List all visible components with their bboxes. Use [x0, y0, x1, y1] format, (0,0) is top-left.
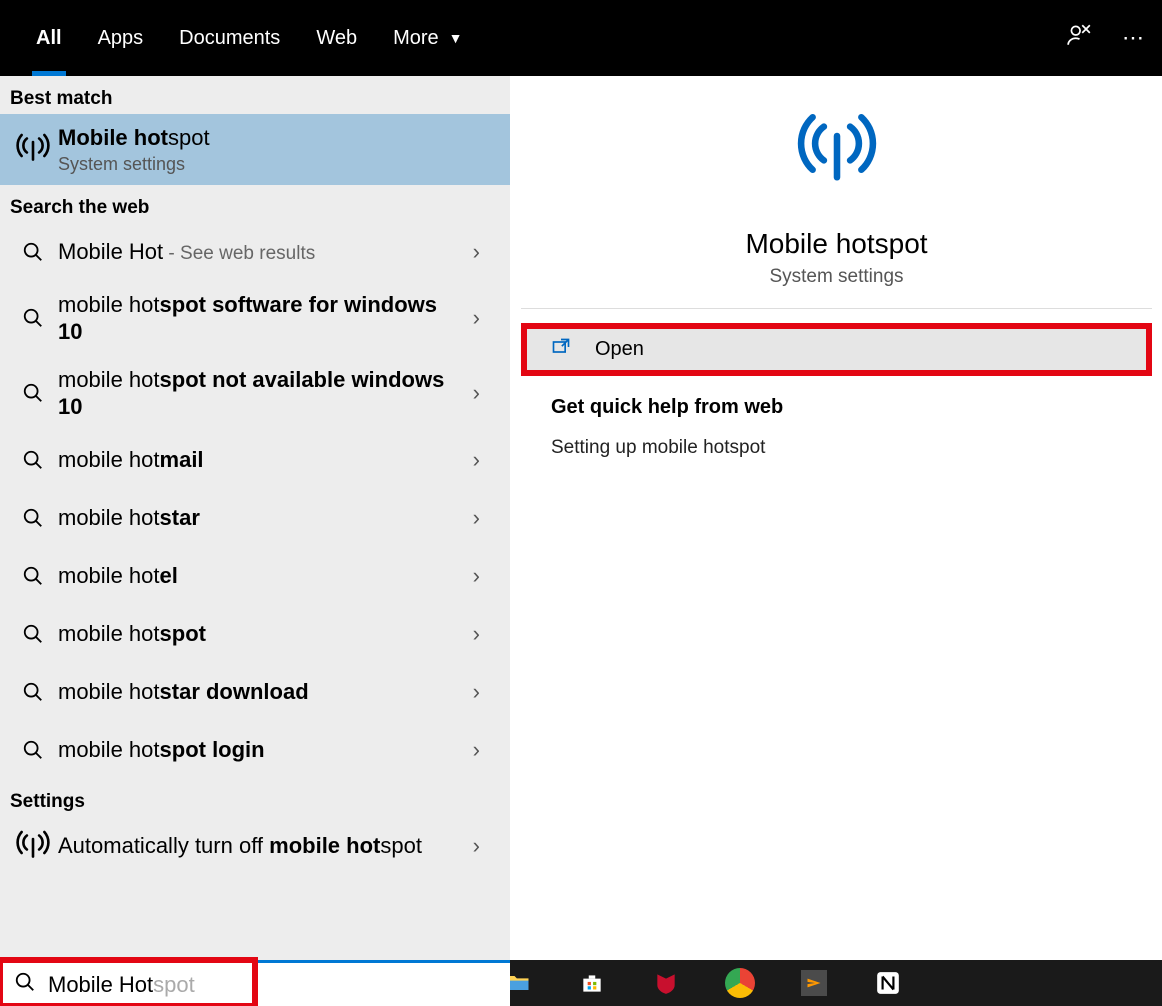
chevron-right-icon[interactable]: ›: [463, 563, 500, 589]
detail-panel: Mobile hotspot System settings Open Get …: [510, 76, 1162, 960]
search-icon: [10, 295, 56, 341]
result-title: Mobile hotspot: [58, 124, 498, 152]
web-result[interactable]: mobile hotmail ›: [0, 431, 510, 489]
help-heading: Get quick help from web: [551, 396, 1122, 419]
web-result[interactable]: Mobile Hot - See web results ›: [0, 223, 510, 281]
tab-all[interactable]: All: [18, 0, 80, 76]
open-button[interactable]: Open: [521, 323, 1152, 376]
search-input-container[interactable]: Mobile Hotspot: [0, 960, 255, 1006]
taskbar-row: Mobile Hotspot: [0, 960, 1162, 1006]
chevron-right-icon[interactable]: ›: [463, 380, 500, 406]
tab-apps[interactable]: Apps: [80, 0, 162, 76]
web-result[interactable]: mobile hotspot not available windows 10 …: [0, 356, 510, 431]
chevron-right-icon[interactable]: ›: [463, 239, 500, 265]
chevron-right-icon[interactable]: ›: [463, 679, 500, 705]
chevron-right-icon[interactable]: ›: [463, 305, 500, 331]
feedback-icon[interactable]: [1066, 22, 1092, 54]
search-icon: [10, 437, 56, 483]
result-title: mobile hotstar: [58, 504, 461, 532]
tab-documents[interactable]: Documents: [161, 0, 298, 76]
best-match-result[interactable]: Mobile hotspot System settings: [0, 114, 510, 185]
notion-icon[interactable]: [857, 960, 919, 1006]
tab-web[interactable]: Web: [298, 0, 375, 76]
hotspot-icon: [792, 106, 882, 200]
section-search-web: Search the web: [0, 185, 510, 223]
web-result[interactable]: mobile hotstar ›: [0, 489, 510, 547]
web-result[interactable]: mobile hotspot ›: [0, 605, 510, 663]
search-icon: [10, 229, 56, 275]
search-icon: [10, 495, 56, 541]
chevron-right-icon[interactable]: ›: [463, 737, 500, 763]
more-options-icon[interactable]: ⋯: [1122, 25, 1144, 51]
web-result[interactable]: mobile hotspot software for windows 10 ›: [0, 281, 510, 356]
microsoft-store-icon[interactable]: [561, 960, 623, 1006]
sublime-icon[interactable]: [783, 960, 845, 1006]
search-icon: [10, 727, 56, 773]
mcafee-icon[interactable]: [635, 960, 697, 1006]
hotspot-icon: [10, 126, 56, 172]
chevron-right-icon[interactable]: ›: [463, 833, 500, 859]
section-best-match: Best match: [0, 76, 510, 114]
chevron-right-icon[interactable]: ›: [463, 505, 500, 531]
open-icon: [551, 337, 571, 362]
settings-result[interactable]: Automatically turn off mobile hotspot ›: [0, 817, 510, 875]
search-icon: [10, 370, 56, 416]
web-result[interactable]: mobile hotstar download ›: [0, 663, 510, 721]
hotspot-icon: [10, 823, 56, 869]
results-panel: Best match Mobile hotspot System setting…: [0, 76, 510, 960]
search-input[interactable]: [48, 972, 241, 998]
web-result[interactable]: mobile hotspot login ›: [0, 721, 510, 779]
open-label: Open: [595, 338, 644, 361]
chevron-right-icon[interactable]: ›: [463, 621, 500, 647]
search-input-extension: [255, 960, 510, 1006]
section-settings: Settings: [0, 779, 510, 817]
chevron-down-icon: ▼: [449, 30, 463, 46]
search-icon: [10, 553, 56, 599]
filter-tab-bar: All Apps Documents Web More▼ ⋯: [0, 0, 1162, 76]
search-icon: [14, 971, 36, 999]
result-title: mobile hotspot not available windows 10: [58, 366, 461, 421]
result-title: mobile hotmail: [58, 446, 461, 474]
detail-title: Mobile hotspot: [521, 228, 1152, 260]
result-subtitle: System settings: [58, 154, 498, 175]
result-title: mobile hotspot: [58, 620, 461, 648]
web-result[interactable]: mobile hotel ›: [0, 547, 510, 605]
result-title: mobile hotstar download: [58, 678, 461, 706]
result-title: mobile hotel: [58, 562, 461, 590]
help-link[interactable]: Setting up mobile hotspot: [551, 437, 1122, 459]
result-title: Mobile Hot - See web results: [58, 238, 461, 266]
result-title: Automatically turn off mobile hotspot: [58, 832, 461, 860]
chevron-right-icon[interactable]: ›: [463, 447, 500, 473]
chrome-icon[interactable]: [709, 960, 771, 1006]
search-icon: [10, 669, 56, 715]
detail-subtitle: System settings: [521, 266, 1152, 288]
tab-more[interactable]: More▼: [375, 0, 480, 76]
result-title: mobile hotspot login: [58, 736, 461, 764]
result-title: mobile hotspot software for windows 10: [58, 291, 461, 346]
search-icon: [10, 611, 56, 657]
